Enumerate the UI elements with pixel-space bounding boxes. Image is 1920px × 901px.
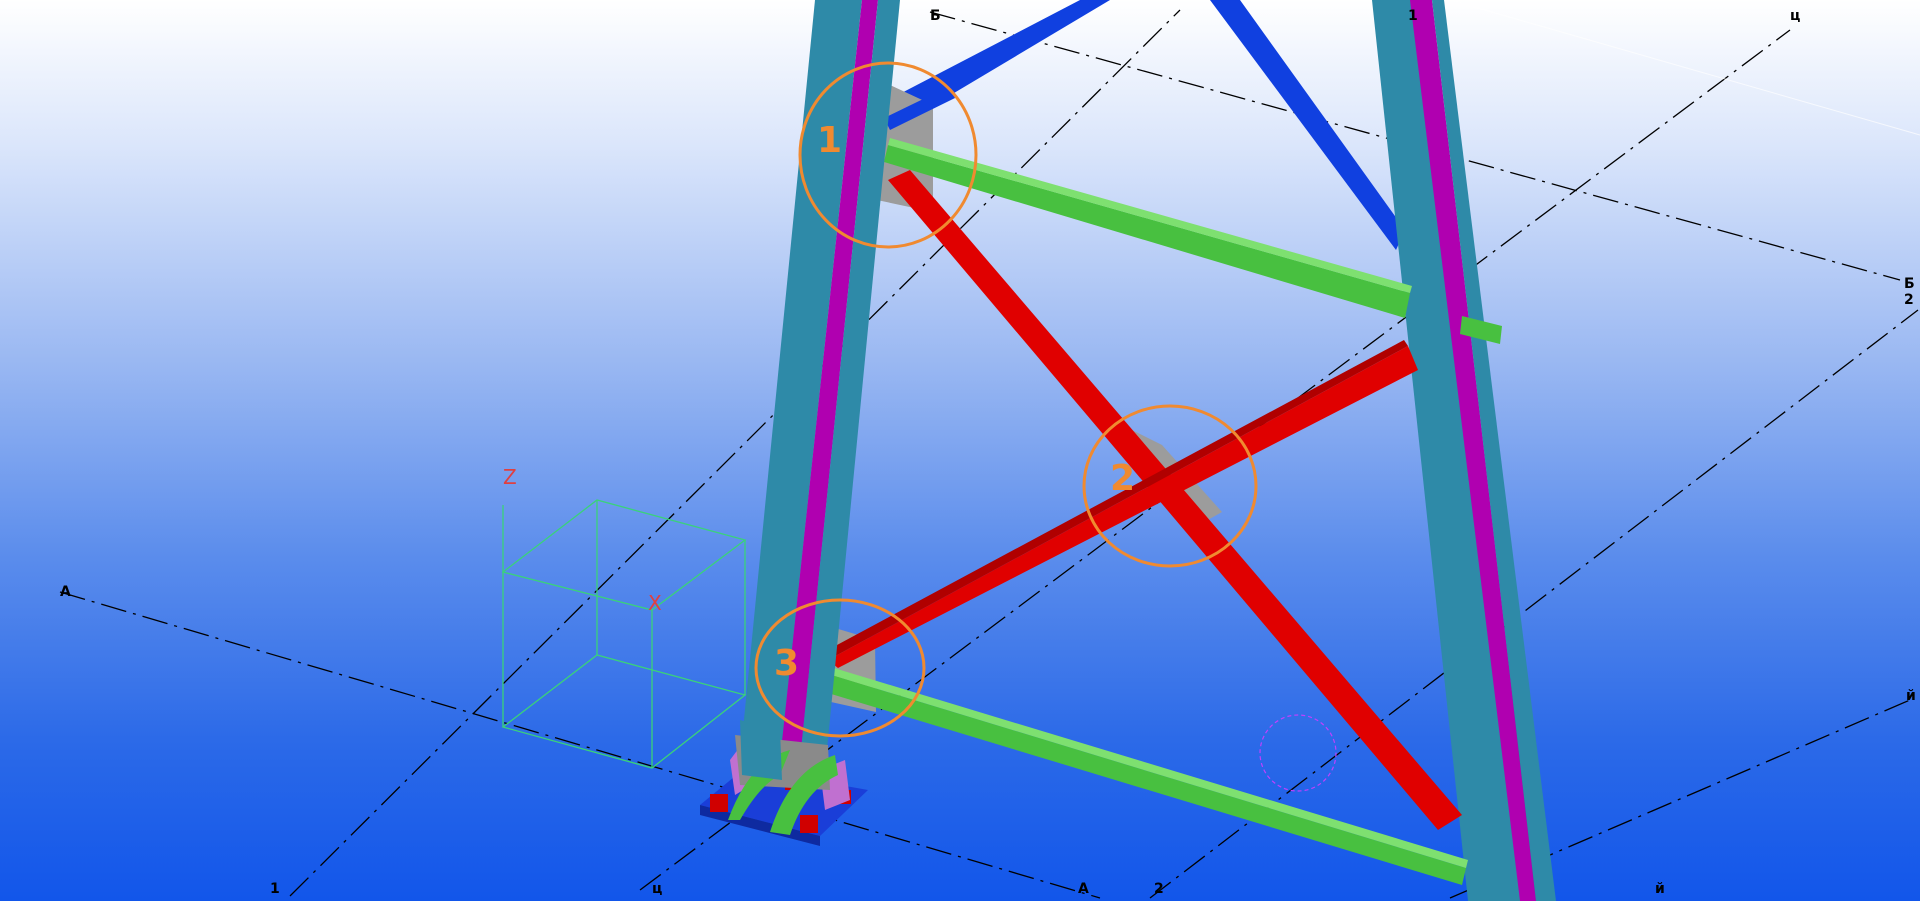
red-brace-ascending [828, 346, 1418, 668]
red-brace-ascending-shade [824, 340, 1408, 660]
structure-model-view[interactable]: Z X 1 2 3 Б 1 ц Б 2 й А 1 ц А 2 й [0, 0, 1920, 901]
grid-label-top-c: ц [1790, 8, 1800, 24]
ucs-z-label: Z [503, 465, 517, 489]
blue-brace-diagonal [1210, 0, 1405, 250]
ucs-x-label: X [648, 591, 662, 615]
grid-line-1-top [1449, 0, 1920, 136]
grid-label-bottom-2: 2 [1154, 881, 1164, 897]
grid-label-left-a: А [60, 584, 71, 600]
grid-label-right-y: й [1906, 688, 1916, 704]
grid-label-top-1: 1 [1408, 8, 1418, 24]
model-viewport[interactable]: Z X 1 2 3 Б 1 ц Б 2 й А 1 ц А 2 й [0, 0, 1920, 901]
grid-label-bottom-a: А [1078, 881, 1089, 897]
weld-symbol-icon [1259, 714, 1337, 792]
grid-label-right-2: 2 [1904, 292, 1914, 308]
grid-label-bottom-1: 1 [270, 881, 280, 897]
grid-lines [59, 9, 1919, 899]
callout-1-label: 1 [817, 120, 842, 161]
grid-line-a [59, 591, 1101, 899]
grid-label-top-b: Б [930, 8, 941, 24]
grid-label-right-b: Б [1904, 276, 1915, 292]
grid-label-bottom-y: й [1655, 881, 1665, 897]
callout-2-label: 2 [1110, 458, 1135, 499]
callout-3-label: 3 [774, 643, 799, 684]
grid-label-bottom-c: ц [652, 881, 662, 897]
ucs-box [501, 499, 747, 769]
